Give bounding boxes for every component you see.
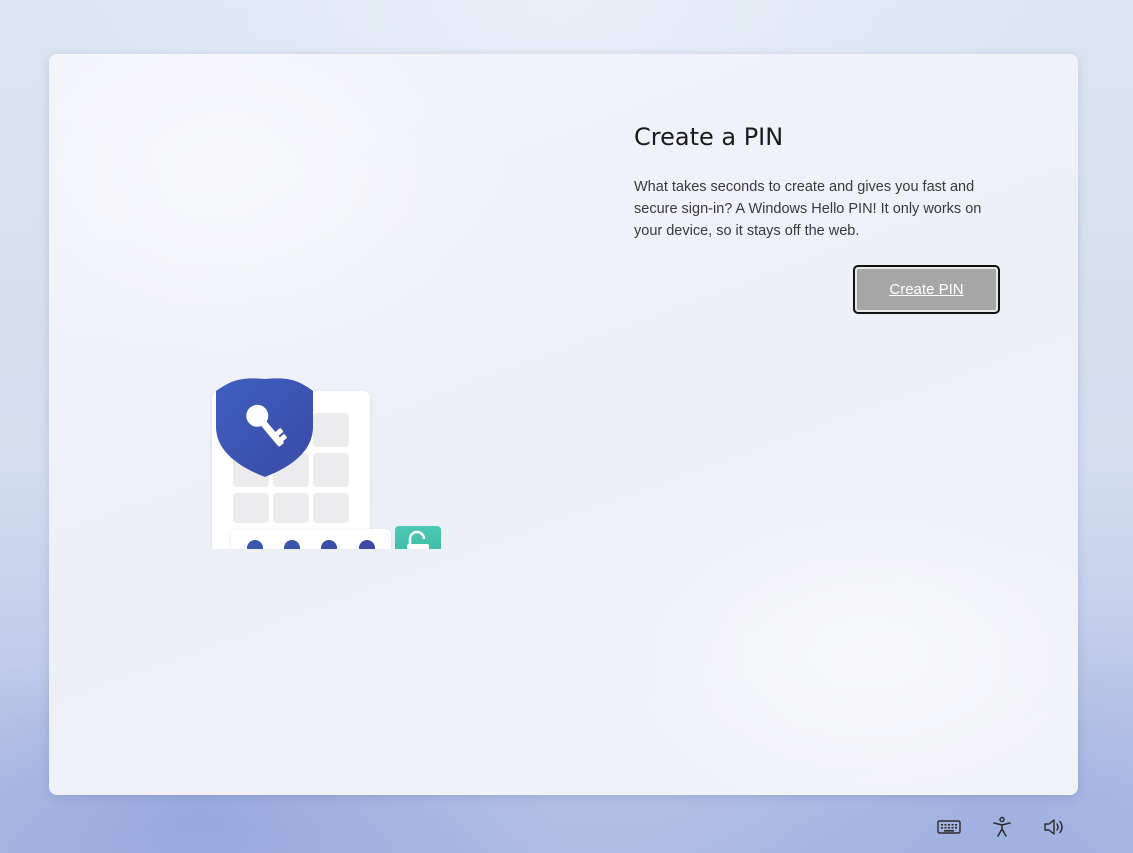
volume-icon[interactable] [1042,815,1068,839]
page-description: What takes seconds to create and gives y… [634,179,982,239]
pin-illustration [212,378,441,549]
create-pin-button[interactable]: Create PIN [853,265,1000,314]
pin-entry-bar [231,529,391,549]
page-title: Create a PIN [634,123,784,151]
unlocked-padlock-icon [395,526,441,549]
setup-panel: Create a PIN What takes seconds to creat… [49,54,1078,795]
keyboard-icon[interactable] [936,815,962,839]
accessibility-icon[interactable] [990,815,1014,839]
